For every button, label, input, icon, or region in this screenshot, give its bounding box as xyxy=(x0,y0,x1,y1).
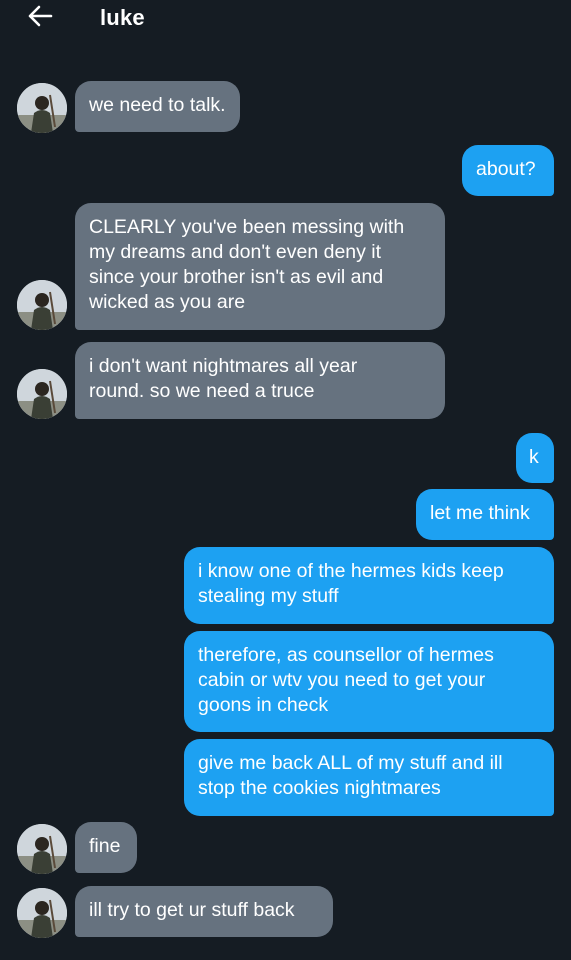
avatar[interactable] xyxy=(17,824,67,874)
message-bubble-incoming[interactable]: i don't want nightmares all year round. … xyxy=(75,342,445,419)
message-text-line: my dreams and don't even deny it xyxy=(89,241,382,263)
message-bubble-incoming[interactable]: ill try to get ur stuff back xyxy=(75,886,333,937)
message-bubble-incoming[interactable]: CLEARLY you've been messing with my drea… xyxy=(75,203,445,330)
message-text: let me think xyxy=(430,502,530,524)
message-text: about? xyxy=(476,158,536,180)
back-button[interactable] xyxy=(24,4,56,32)
message-text-line: i don't want nightmares all year xyxy=(89,355,358,377)
message-bubble-outgoing[interactable]: about? xyxy=(462,145,554,196)
message-text-line: goons in check xyxy=(198,694,329,716)
message-text: ill try to get ur stuff back xyxy=(89,899,295,921)
message-text-line: therefore, as counsellor of hermes xyxy=(198,644,494,666)
avatar[interactable] xyxy=(17,369,67,419)
arrow-left-icon xyxy=(27,5,53,32)
message-text: fine xyxy=(89,835,121,857)
conversation-title[interactable]: luke xyxy=(100,5,145,31)
message-text-line: since your brother isn't as evil and xyxy=(89,266,384,288)
message-text: k xyxy=(529,446,539,468)
message-bubble-outgoing[interactable]: k xyxy=(516,433,554,483)
message-text-line: i know one of the hermes kids keep xyxy=(198,560,504,582)
message-bubble-outgoing[interactable]: therefore, as counsellor of hermes cabin… xyxy=(184,631,554,732)
avatar[interactable] xyxy=(17,280,67,330)
message-text-line: CLEARLY you've been messing with xyxy=(89,216,405,238)
message-bubble-incoming[interactable]: we need to talk. xyxy=(75,81,240,132)
message-bubble-outgoing[interactable]: give me back ALL of my stuff and ill sto… xyxy=(184,739,554,816)
message-text-line: give me back ALL of my stuff and ill xyxy=(198,752,503,774)
message-text-line: stop the cookies nightmares xyxy=(198,777,441,799)
message-text: we need to talk. xyxy=(89,94,226,116)
avatar[interactable] xyxy=(17,83,67,133)
message-text-line: cabin or wtv you need to get your xyxy=(198,669,486,691)
message-text-line: stealing my stuff xyxy=(198,585,339,607)
message-bubble-incoming[interactable]: fine xyxy=(75,822,137,873)
message-bubble-outgoing[interactable]: i know one of the hermes kids keep steal… xyxy=(184,547,554,624)
message-bubble-outgoing[interactable]: let me think xyxy=(416,489,554,540)
message-text-line: wicked as you are xyxy=(89,291,246,313)
avatar[interactable] xyxy=(17,888,67,938)
message-text-line: round. so we need a truce xyxy=(89,380,315,402)
conversation-header: luke xyxy=(0,0,571,40)
